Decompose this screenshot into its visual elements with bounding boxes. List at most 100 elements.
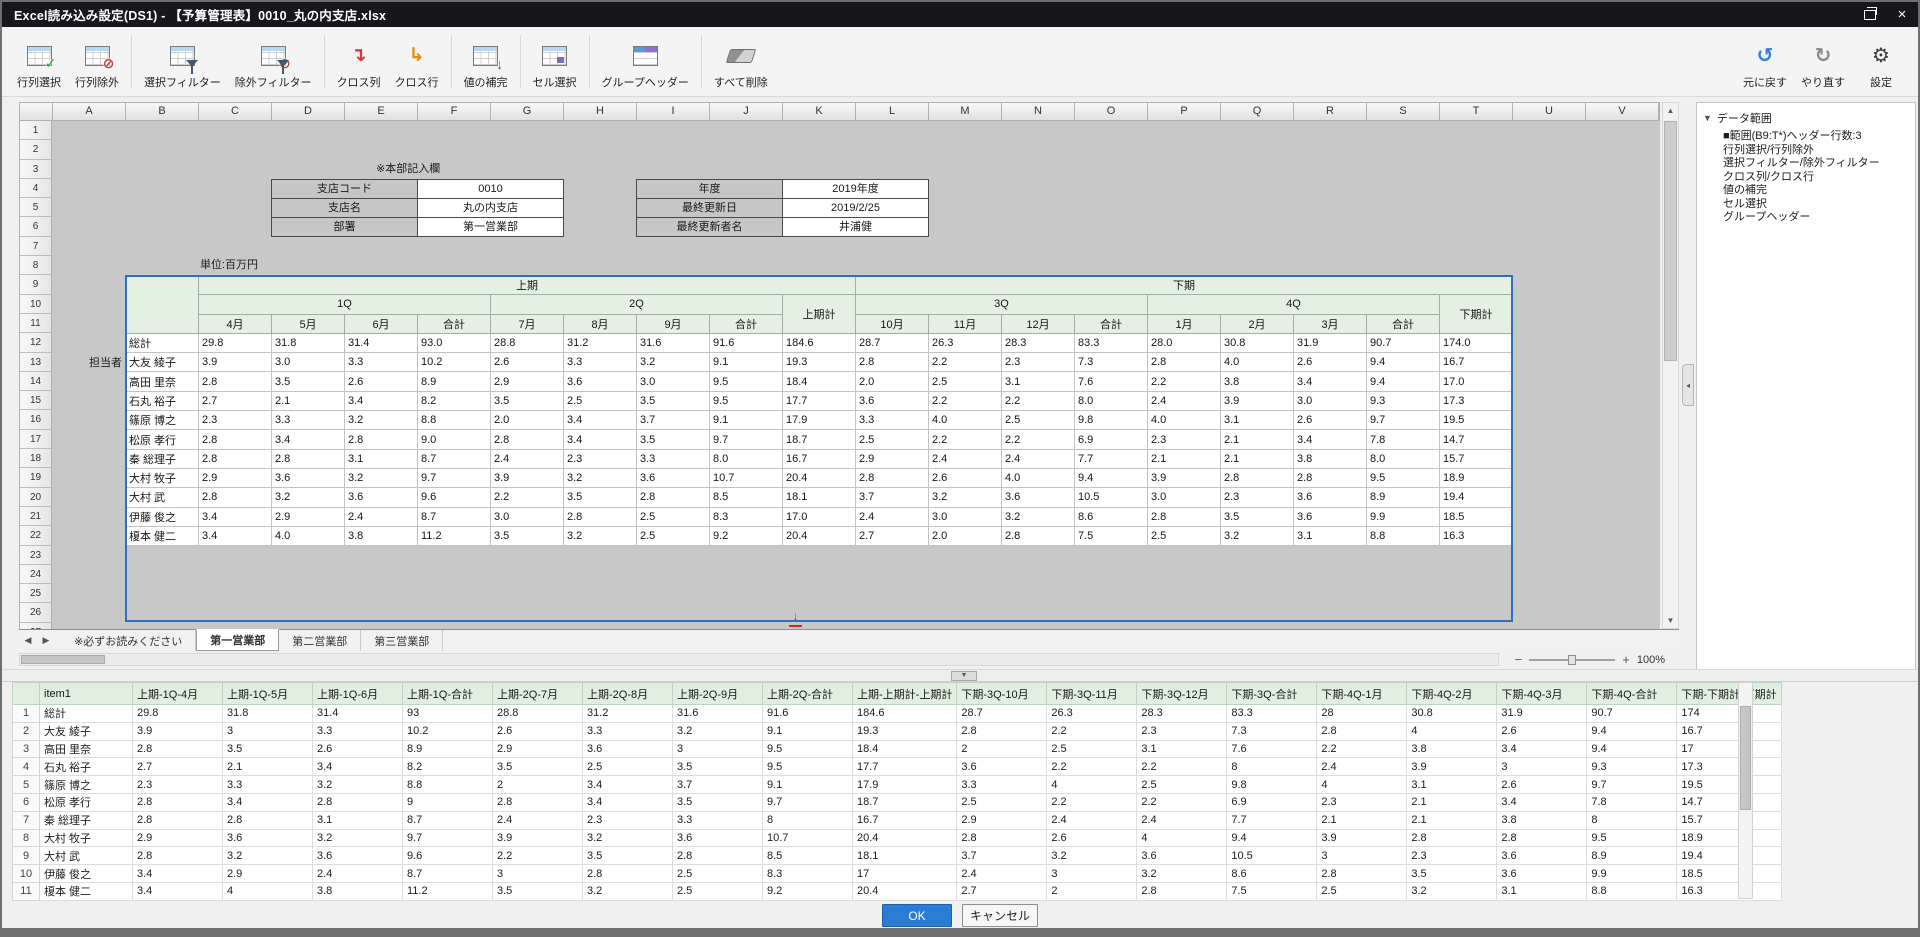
column-header-O[interactable]: O: [1075, 103, 1148, 120]
value-cell[interactable]: 8.7: [418, 449, 491, 468]
group-header-button[interactable]: グループヘッダー: [595, 32, 696, 92]
value-cell[interactable]: 9.5: [1367, 468, 1440, 487]
month-header[interactable]: 12月: [1002, 314, 1075, 333]
row-header-5[interactable]: 5: [20, 198, 51, 217]
value-cell[interactable]: 2.4: [1002, 449, 1075, 468]
column-header-N[interactable]: N: [1002, 103, 1075, 120]
value-cell[interactable]: 9.0: [418, 430, 491, 449]
delete-all-button[interactable]: すべて削除: [707, 32, 775, 92]
month-header[interactable]: 6月: [345, 314, 418, 333]
row-header-13[interactable]: 13: [20, 353, 51, 372]
value-cell[interactable]: 20.4: [783, 526, 856, 545]
row-header-21[interactable]: 21: [20, 507, 51, 526]
value-cell[interactable]: 9.1: [710, 353, 783, 372]
cell-select-button[interactable]: セル選択: [526, 32, 584, 92]
value-cell[interactable]: 16.7: [1440, 353, 1513, 372]
sheet-vertical-scrollbar[interactable]: ▲ ▼: [1662, 102, 1679, 629]
value-cell[interactable]: 174.0: [1440, 333, 1513, 352]
value-cell[interactable]: 16.7: [783, 449, 856, 468]
value-cell[interactable]: 3.6: [1294, 507, 1367, 526]
row-header-15[interactable]: 15: [20, 391, 51, 410]
first-half-header[interactable]: 上期: [199, 276, 856, 295]
value-cell[interactable]: 3.0: [272, 353, 345, 372]
cancel-button[interactable]: キャンセル: [962, 904, 1038, 927]
value-cell[interactable]: 3.6: [637, 468, 710, 487]
q4-header[interactable]: 4Q: [1148, 295, 1440, 314]
tree-item-1[interactable]: ■範囲(B9:T*)ヘッダー行数:3: [1723, 130, 1909, 144]
member-name-cell[interactable]: 松原 孝行: [126, 430, 199, 449]
value-cell[interactable]: 7.6: [1075, 372, 1148, 391]
value-cell[interactable]: 2.3: [1221, 488, 1294, 507]
value-cell[interactable]: 2.2: [1002, 430, 1075, 449]
value-cell[interactable]: 9.1: [710, 411, 783, 430]
value-cell[interactable]: 3.4: [199, 526, 272, 545]
value-cell[interactable]: 9.4: [1075, 468, 1148, 487]
value-cell[interactable]: 14.7: [1440, 430, 1513, 449]
value-cell[interactable]: 3.3: [856, 411, 929, 430]
value-cell[interactable]: 19.4: [1440, 488, 1513, 507]
value-cell[interactable]: 9.4: [1367, 353, 1440, 372]
value-cell[interactable]: 93.0: [418, 333, 491, 352]
value-cell[interactable]: 10.7: [710, 468, 783, 487]
value-cell[interactable]: 2.9: [199, 468, 272, 487]
column-header-V[interactable]: V: [1586, 103, 1659, 120]
row-header-19[interactable]: 19: [20, 468, 51, 487]
month-header[interactable]: 10月: [856, 314, 929, 333]
value-cell[interactable]: 3.8: [1221, 372, 1294, 391]
select-filter-button[interactable]: 選択フィルター: [137, 32, 228, 92]
value-cell[interactable]: 7.5: [1075, 526, 1148, 545]
value-cell[interactable]: 2.5: [929, 372, 1002, 391]
member-name-cell[interactable]: 伊藤 俊之: [126, 507, 199, 526]
column-header-A[interactable]: A: [53, 103, 126, 120]
value-cell[interactable]: 2.8: [1002, 526, 1075, 545]
column-header-B[interactable]: B: [126, 103, 199, 120]
row-header-26[interactable]: 26: [20, 603, 51, 622]
column-header-E[interactable]: E: [345, 103, 418, 120]
value-cell[interactable]: 8.8: [418, 411, 491, 430]
value-cell[interactable]: 83.3: [1075, 333, 1148, 352]
value-cell[interactable]: 8.5: [710, 488, 783, 507]
value-cell[interactable]: 8.3: [710, 507, 783, 526]
value-cell[interactable]: 3.2: [1221, 526, 1294, 545]
value-cell[interactable]: 2.8: [856, 353, 929, 372]
value-cell[interactable]: 8.8: [1367, 526, 1440, 545]
row-header-20[interactable]: 20: [20, 488, 51, 507]
value-cell[interactable]: 3.1: [345, 449, 418, 468]
value-cell[interactable]: 2.6: [1294, 411, 1367, 430]
value-cell[interactable]: 2.9: [491, 372, 564, 391]
value-cell[interactable]: 2.4: [929, 449, 1002, 468]
ok-button[interactable]: OK: [882, 904, 952, 927]
value-cell[interactable]: 3.7: [637, 411, 710, 430]
value-cell[interactable]: 3.0: [1148, 488, 1221, 507]
value-cell[interactable]: 3.4: [1294, 430, 1367, 449]
value-cell[interactable]: 17.3: [1440, 391, 1513, 410]
splitter[interactable]: ▼: [2, 669, 1918, 682]
month-header[interactable]: 合計: [418, 314, 491, 333]
horizontal-scroll-thumb[interactable]: [21, 655, 105, 664]
value-cell[interactable]: 2.5: [1002, 411, 1075, 430]
value-cell[interactable]: 3.5: [272, 372, 345, 391]
value-cell[interactable]: 2.1: [1221, 449, 1294, 468]
value-cell[interactable]: 4.0: [272, 526, 345, 545]
zoom-slider[interactable]: [1529, 659, 1615, 661]
column-header-R[interactable]: R: [1294, 103, 1367, 120]
value-cell[interactable]: 18.5: [1440, 507, 1513, 526]
value-cell[interactable]: 7.3: [1075, 353, 1148, 372]
value-cell[interactable]: 3.9: [491, 468, 564, 487]
value-cell[interactable]: 3.4: [564, 411, 637, 430]
value-cell[interactable]: 10.2: [418, 353, 491, 372]
value-cell[interactable]: 2.0: [856, 372, 929, 391]
value-cell[interactable]: 4.0: [1148, 411, 1221, 430]
month-header[interactable]: 2月: [1221, 314, 1294, 333]
column-header-C[interactable]: C: [199, 103, 272, 120]
value-cell[interactable]: 4.0: [1221, 353, 1294, 372]
column-header-M[interactable]: M: [929, 103, 1002, 120]
value-cell[interactable]: 9.5: [710, 391, 783, 410]
value-cell[interactable]: 2.5: [564, 391, 637, 410]
value-cell[interactable]: 3.2: [929, 488, 1002, 507]
value-cell[interactable]: 3.6: [564, 372, 637, 391]
value-cell[interactable]: 2.2: [929, 391, 1002, 410]
scroll-up-icon[interactable]: ▲: [1663, 103, 1678, 118]
tab-scroll-left-button[interactable]: ◀: [19, 630, 37, 651]
maximize-button[interactable]: [1854, 2, 1886, 27]
